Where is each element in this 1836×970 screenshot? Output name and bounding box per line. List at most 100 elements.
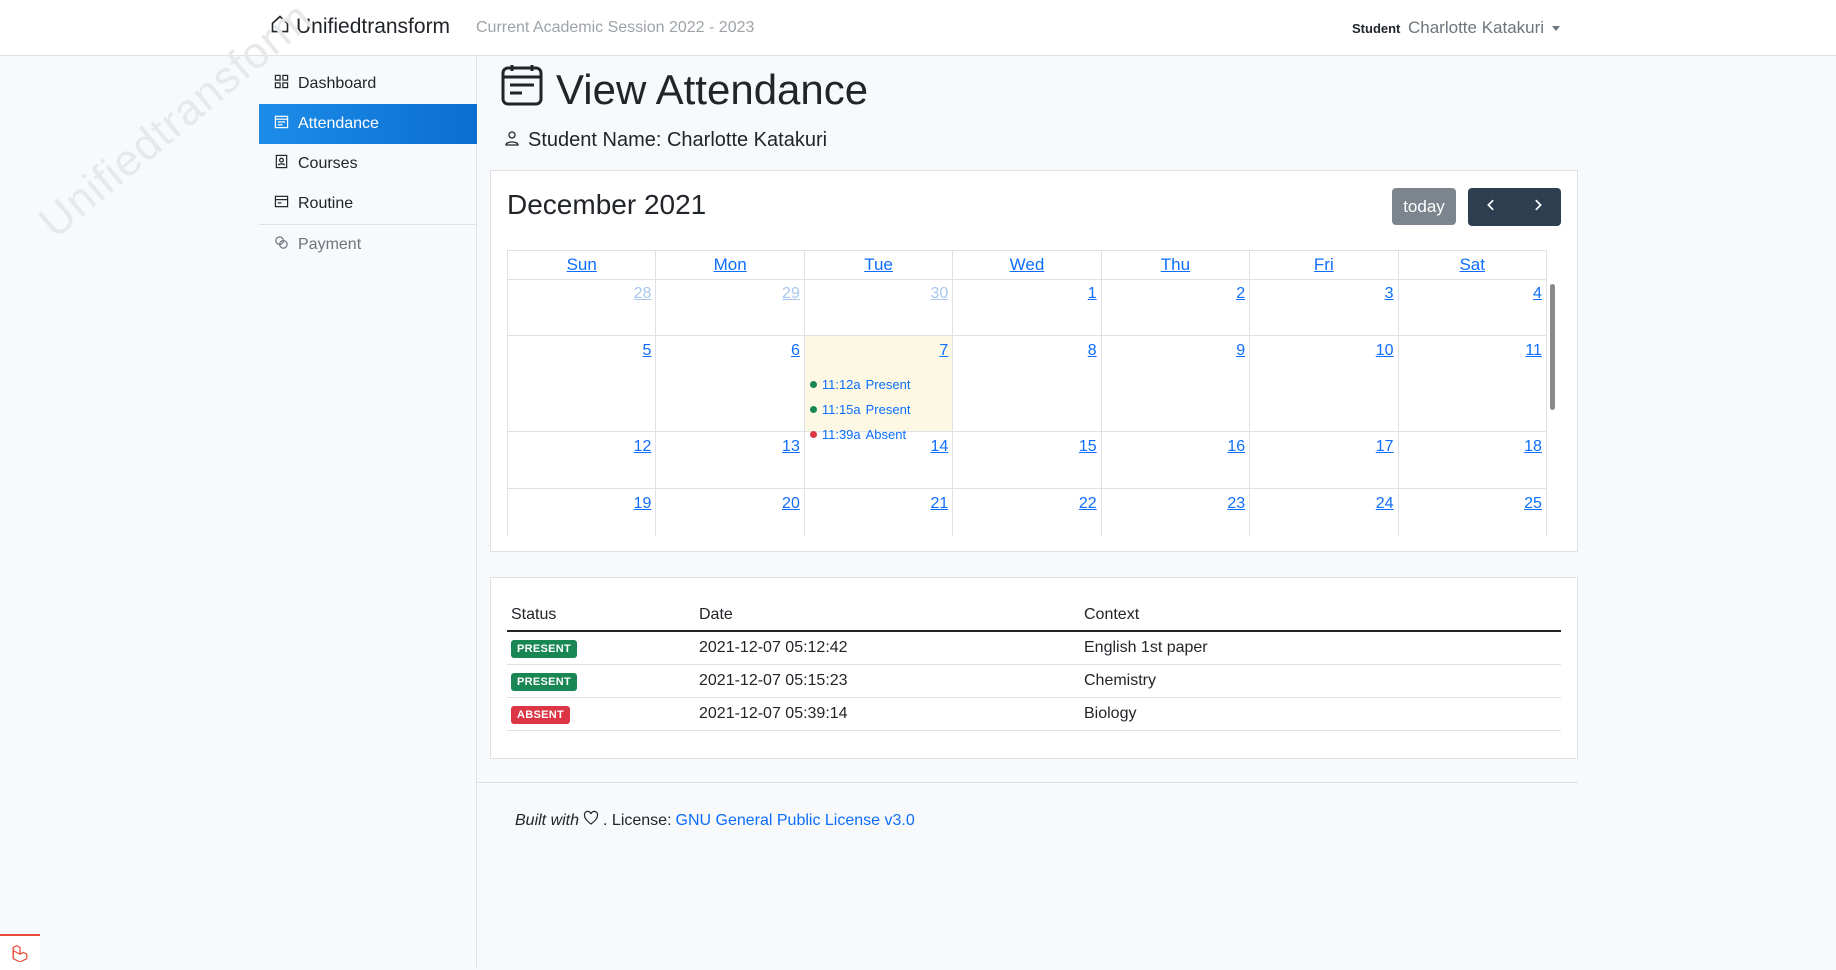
calendar-day-number[interactable]: 1 <box>1088 285 1097 303</box>
calendar-month-title: December 2021 <box>507 189 707 220</box>
calendar-day-cell[interactable]: 13 <box>656 432 805 488</box>
calendar-day-cell[interactable]: 23 <box>1102 489 1251 536</box>
calendar-day-number[interactable]: 3 <box>1385 285 1394 303</box>
dow-tue[interactable]: Tue <box>805 251 954 279</box>
sidebar-item-routine[interactable]: Routine <box>259 184 477 224</box>
calendar-day-cell[interactable]: 29 <box>656 279 805 335</box>
calendar-day-cell[interactable]: 18 <box>1399 432 1547 488</box>
calendar-day-cell[interactable]: 10 <box>1250 336 1399 431</box>
role-badge: Student <box>1352 21 1401 36</box>
calendar-grid: Sun Mon Tue Wed Thu Fri Sat 28 29 30 1 2 3 4 5 6… <box>507 250 1559 536</box>
calendar-day-number[interactable]: 17 <box>1376 438 1394 456</box>
calendar-day-number[interactable]: 21 <box>930 495 948 513</box>
laravel-icon[interactable] <box>0 934 40 970</box>
calendar-day-number[interactable]: 30 <box>930 285 948 303</box>
calendar-day-cell[interactable]: 24 <box>1250 489 1399 536</box>
calendar-day-cell[interactable]: 4 <box>1399 279 1547 335</box>
calendar-day-number[interactable]: 25 <box>1524 495 1542 513</box>
calendar-day-number[interactable]: 16 <box>1227 438 1245 456</box>
calendar-day-cell[interactable]: 14 <box>805 432 954 488</box>
dow-sat[interactable]: Sat <box>1399 251 1546 279</box>
page-title-text: View Attendance <box>556 66 869 113</box>
calendar-day-number[interactable]: 12 <box>634 438 652 456</box>
event-time: 11:12a <box>821 377 861 392</box>
calendar-day-number[interactable]: 20 <box>782 495 800 513</box>
table-row: ABSENT 2021-12-07 05:39:14 Biology <box>507 697 1561 731</box>
dow-mon[interactable]: Mon <box>656 251 805 279</box>
sidebar-item-label: Routine <box>298 195 354 212</box>
today-button[interactable]: today <box>1392 188 1456 225</box>
sidebar-item-dashboard[interactable]: Dashboard <box>259 64 477 104</box>
dow-fri[interactable]: Fri <box>1250 251 1399 279</box>
status-badge: PRESENT <box>511 639 578 658</box>
calendar-day-cell[interactable]: 21 <box>805 489 954 536</box>
calendar-day-cell[interactable]: 17 <box>1250 432 1399 488</box>
calendar-day-number[interactable]: 9 <box>1236 342 1245 360</box>
calendar-day-number[interactable]: 13 <box>782 438 800 456</box>
calendar-day-number[interactable]: 8 <box>1088 342 1097 360</box>
calendar-day-cell[interactable]: 28 <box>508 279 657 335</box>
date-cell: 2021-12-07 05:15:23 <box>695 664 1080 698</box>
calendar-day-cell[interactable]: 2 <box>1102 279 1251 335</box>
student-name-text: Student Name: Charlotte Katakuri <box>528 129 828 151</box>
calendar-day-number[interactable]: 24 <box>1376 495 1394 513</box>
calendar-day-cell[interactable]: 7 11:12a Present 11:15a Present 11:39a Absent <box>804 336 954 442</box>
calendar-day-number[interactable]: 29 <box>782 285 800 303</box>
calendar-day-cell[interactable]: 6 <box>656 336 805 431</box>
calendar-day-cell[interactable]: 9 <box>1102 336 1251 431</box>
calendar-day-cell[interactable]: 19 <box>508 489 657 536</box>
user-menu-dropdown[interactable]: Charlotte Katakuri <box>1408 18 1561 38</box>
calendar-day-cell[interactable]: 30 <box>805 279 954 335</box>
brand-link[interactable]: Unifiedtransform <box>270 14 450 40</box>
calendar-day-number[interactable]: 22 <box>1079 495 1097 513</box>
calendar-day-number[interactable]: 23 <box>1227 495 1245 513</box>
calendar-weeks: 28 29 30 1 2 3 4 5 6 7 11:12a Present 11:15a Present 1… <box>507 279 1547 536</box>
calendar-day-cell[interactable]: 5 <box>508 336 657 431</box>
next-month-button[interactable] <box>1515 188 1562 226</box>
status-cell: PRESENT <box>507 631 695 665</box>
top-navbar: Unifiedtransform Current Academic Sessio… <box>0 0 1836 56</box>
calendar-nav-group <box>1468 188 1561 226</box>
calendar-day-cell[interactable]: 22 <box>953 489 1102 536</box>
calendar-day-cell[interactable]: 11 <box>1399 336 1547 431</box>
column-header-date: Date <box>695 600 1080 632</box>
calendar-day-number[interactable]: 19 <box>634 495 652 513</box>
heart-icon <box>583 810 599 831</box>
calendar-event[interactable]: 11:15a Present <box>809 397 910 422</box>
calendar-day-cell[interactable]: 8 <box>953 336 1102 431</box>
dow-sun[interactable]: Sun <box>508 251 657 279</box>
dow-thu[interactable]: Thu <box>1102 251 1251 279</box>
calendar-day-number[interactable]: 18 <box>1524 438 1542 456</box>
calendar-day-number[interactable]: 28 <box>634 285 652 303</box>
calendar-day-cell[interactable]: 16 <box>1102 432 1251 488</box>
dow-wed[interactable]: Wed <box>953 251 1102 279</box>
calendar-day-number[interactable]: 15 <box>1079 438 1097 456</box>
calendar-day-number[interactable]: 4 <box>1533 285 1542 303</box>
table-row: PRESENT 2021-12-07 05:12:42 English 1st pa… <box>507 631 1561 665</box>
calendar-day-number[interactable]: 14 <box>930 438 948 456</box>
calendar-day-number[interactable]: 7 <box>939 342 948 360</box>
calendar-day-number[interactable]: 10 <box>1376 342 1394 360</box>
calendar-day-cell[interactable]: 1 <box>953 279 1102 335</box>
sidebar: Dashboard Attendance Courses Routine Pay… <box>259 64 477 264</box>
sidebar-item-payment[interactable]: Payment <box>259 224 477 264</box>
calendar-scrollbar[interactable] <box>1550 284 1555 410</box>
calendar-day-cell[interactable]: 15 <box>953 432 1102 488</box>
calendar-event[interactable]: 11:12a Present <box>809 372 910 397</box>
day-of-week-header: Sun Mon Tue Wed Thu Fri Sat <box>507 250 1547 280</box>
calendar-day-number[interactable]: 5 <box>643 342 652 360</box>
calendar-day-cell[interactable]: 12 <box>508 432 657 488</box>
sidebar-item-label: Courses <box>298 155 358 172</box>
prev-month-button[interactable] <box>1468 188 1515 226</box>
calendar-day-cell[interactable]: 20 <box>656 489 805 536</box>
calendar-day-number[interactable]: 11 <box>1525 342 1542 360</box>
sidebar-item-attendance[interactable]: Attendance <box>259 104 477 144</box>
calendar-day-cell[interactable]: 25 <box>1399 489 1547 536</box>
sidebar-item-courses[interactable]: Courses <box>259 144 477 184</box>
license-link[interactable]: GNU General Public License v3.0 <box>676 812 915 830</box>
calendar-week-row: 12 13 14 15 16 17 18 <box>507 432 1547 489</box>
calendar-day-number[interactable]: 6 <box>791 342 800 360</box>
calendar-list-icon <box>274 194 289 214</box>
calendar-day-number[interactable]: 2 <box>1236 285 1245 303</box>
calendar-day-cell[interactable]: 3 <box>1250 279 1399 335</box>
